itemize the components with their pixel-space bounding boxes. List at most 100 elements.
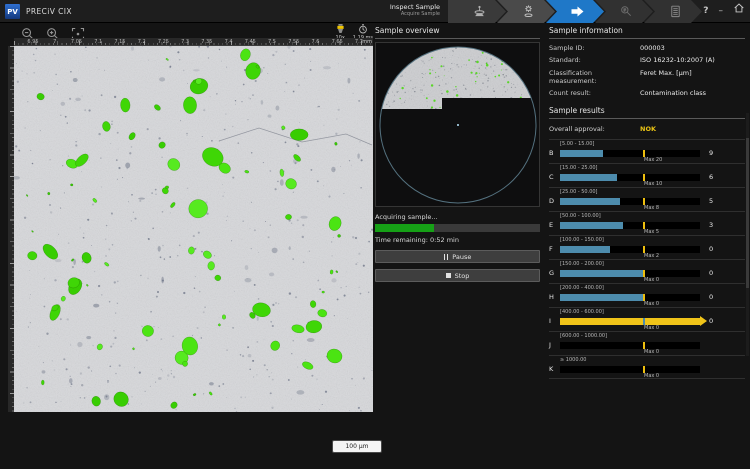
stop-icon (446, 273, 451, 278)
ruler-tick-label: 7.45 (245, 39, 256, 45)
progress-fill (375, 224, 434, 232)
bar-fill (560, 294, 645, 301)
ruler-unit: mm (362, 39, 372, 45)
info-field-label: Classification measurement: (549, 69, 640, 85)
class-bar-row: G0 (549, 269, 745, 277)
ruler-tick-label: 7.25 (158, 39, 169, 45)
class-count-bar (560, 222, 700, 229)
overall-approval-row: Overall approval: NOK (549, 125, 745, 133)
pause-button[interactable]: Pause (375, 250, 540, 263)
limit-marker (643, 318, 645, 325)
home-icon[interactable] (733, 2, 745, 20)
limit-marker (643, 270, 645, 277)
class-bar-row: C6 (549, 173, 745, 181)
limit-marker (643, 150, 645, 157)
result-class-row-K: ≥ 1000.00KMax 0 (549, 355, 745, 379)
class-range-label: [25.00 - 50.00] (560, 190, 745, 196)
result-class-row-D: [25.00 - 50.00]D5Max 8 (549, 187, 745, 211)
class-bar-row: F0 (549, 245, 745, 253)
class-letter: I (549, 317, 560, 325)
class-bar-row: I0 (549, 317, 745, 325)
class-letter: G (549, 269, 560, 277)
scrollbar-thumb[interactable] (746, 138, 749, 288)
scale-bar: 100 µm (332, 440, 382, 453)
class-range-label: [50.00 - 100.00] (560, 214, 745, 220)
exposure-icon (358, 24, 368, 34)
info-field-row: Classification measurement:Feret Max. [µ… (549, 69, 745, 85)
stop-button[interactable]: Stop (375, 269, 540, 282)
app-title: PRECiV CIX (26, 7, 72, 16)
sample-information-panel: Sample information Sample ID:000003Stand… (549, 26, 745, 379)
ruler-tick-label: 7.05 (71, 39, 82, 45)
result-class-row-C: [15.00 - 25.00]C6Max 10 (549, 163, 745, 187)
stage-image[interactable]: 100 µm (14, 46, 373, 412)
class-range-label: [150.00 - 200.00] (560, 262, 745, 268)
ruler-tick-label: 7.3 (181, 39, 189, 45)
class-range-label: [15.00 - 25.00] (560, 166, 745, 172)
class-count-value: 0 (709, 293, 713, 301)
result-class-row-E: [50.00 - 100.00]E3Max 5 (549, 211, 745, 235)
ruler-tick-label: 7.55 (288, 39, 299, 45)
class-range-label: [400.00 - 600.00] (560, 310, 745, 316)
info-field-value: 000003 (640, 44, 665, 52)
bar-fill (560, 270, 643, 277)
sample-overview-image (376, 43, 539, 206)
time-remaining: Time remaining: 0:52 min (375, 236, 540, 244)
ruler-tick-label: 7.65 (332, 39, 343, 45)
bar-fill (560, 246, 610, 253)
class-count-value: 9 (709, 149, 713, 157)
stage-icon (473, 5, 486, 18)
class-bar-row: B9 (549, 149, 745, 157)
stop-label: Stop (455, 272, 470, 280)
top-bar: PV PRECiV CIX Inspect Sample Acquire Sam… (0, 0, 750, 23)
info-field-value: ISO 16232-10:2007 (A) (640, 56, 715, 64)
class-range-label: [100.00 - 150.00] (560, 238, 745, 244)
help-button[interactable]: ? (703, 3, 708, 19)
sample-information-title: Sample information (549, 26, 745, 39)
analyze-icon (620, 5, 633, 18)
overview-map[interactable] (375, 42, 540, 207)
class-count-value: 0 (709, 245, 713, 253)
class-count-value: 0 (709, 269, 713, 277)
workflow-step-prepare[interactable] (448, 0, 506, 23)
info-field-value: Contamination class (640, 89, 706, 97)
app-logo: PV (5, 4, 20, 19)
settings-icon (522, 5, 535, 18)
info-field-label: Sample ID: (549, 44, 640, 52)
class-count-bar (560, 342, 700, 349)
ruler-tick-label: 7.4 (225, 39, 233, 45)
bar-fill-exceeded (560, 318, 700, 325)
class-letter: D (549, 197, 560, 205)
class-count-bar (560, 294, 700, 301)
overall-approval-value: NOK (640, 125, 656, 133)
results-scrollbar[interactable] (746, 113, 749, 356)
workflow-subtitle: Acquire Sample (360, 11, 440, 17)
class-count-bar (560, 366, 700, 373)
ruler-tick-label: 7.5 (268, 39, 276, 45)
result-class-row-G: [150.00 - 200.00]G0Max 0 (549, 259, 745, 283)
class-count-bar (560, 246, 700, 253)
overview-title: Sample overview (375, 26, 540, 39)
class-range-label: [200.00 - 400.00] (560, 286, 745, 292)
microscope-live-image (14, 46, 373, 412)
ruler-tick-label: 7.15 (114, 39, 125, 45)
class-bar-row: D5 (549, 197, 745, 205)
class-count-value: 6 (709, 173, 713, 181)
ruler-tick-label: 6.95 (27, 39, 38, 45)
acquire-arrow-icon (570, 5, 585, 18)
limit-marker (643, 174, 645, 181)
result-class-row-J: [600.00 - 1000.00]JMax 0 (549, 331, 745, 355)
workflow-title: Inspect Sample (360, 3, 440, 11)
minimize-button[interactable]: – (719, 3, 724, 19)
class-letter: E (549, 221, 560, 229)
limit-marker (643, 366, 645, 373)
exceeded-arrowhead (700, 316, 707, 326)
class-letter: F (549, 245, 560, 253)
bar-fill (560, 174, 617, 181)
workflow-titles: Inspect Sample Acquire Sample (360, 3, 440, 17)
class-count-bar (560, 270, 700, 277)
class-bar-row: K (549, 365, 745, 373)
ruler-tick-label: 7.2 (138, 39, 146, 45)
result-class-row-F: [100.00 - 150.00]F0Max 2 (549, 235, 745, 259)
horizontal-ruler: mm 6.9577.057.17.157.27.257.37.357.47.45… (14, 38, 373, 46)
